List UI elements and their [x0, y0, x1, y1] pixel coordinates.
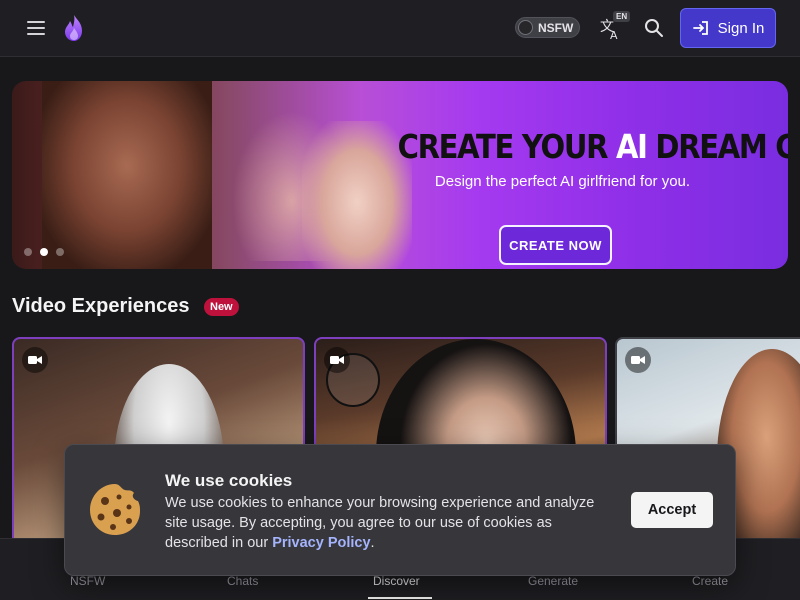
nsfw-toggle-label: NSFW: [538, 21, 574, 35]
carousel-dot[interactable]: [56, 248, 64, 256]
new-badge: New: [204, 298, 239, 316]
banner-title: CREATE YOUR AI DREAM GIRL: [397, 127, 788, 166]
sign-in-button[interactable]: Sign In: [680, 8, 776, 48]
create-now-button[interactable]: CREATE NOW: [499, 225, 612, 265]
video-camera-icon: [324, 347, 350, 373]
nsfw-toggle[interactable]: NSFW: [515, 17, 580, 38]
cookie-title: We use cookies: [165, 471, 293, 490]
carousel-dot-active[interactable]: [40, 248, 48, 256]
banner-model-image: [42, 81, 212, 269]
accept-cookies-button[interactable]: Accept: [631, 492, 713, 528]
search-icon[interactable]: [642, 16, 666, 40]
active-nav-indicator: [368, 597, 432, 599]
nav-item-nsfw[interactable]: NSFW: [70, 574, 105, 588]
sign-in-icon: [692, 21, 708, 35]
nav-item-discover[interactable]: Discover: [373, 574, 420, 588]
flame-logo-icon[interactable]: [62, 14, 86, 42]
sign-in-label: Sign In: [717, 19, 765, 37]
hero-banner[interactable]: CREATE YOUR AI DREAM GIRL Design the per…: [12, 81, 788, 269]
nav-item-chats[interactable]: Chats: [227, 574, 258, 588]
section-title: Video Experiences: [12, 295, 190, 317]
banner-title-part2: DREAM GIRL: [655, 127, 788, 166]
cookie-text-body: We use cookies to enhance your browsing …: [165, 495, 595, 551]
video-camera-icon: [625, 347, 651, 373]
top-header: NSFW 文 A EN Sign In: [0, 0, 800, 57]
svg-text:A: A: [610, 29, 618, 42]
banner-title-ai: AI: [615, 127, 648, 166]
banner-model-image-2: [302, 121, 412, 269]
toggle-knob: [518, 20, 533, 35]
video-camera-icon: [22, 347, 48, 373]
cookie-consent-dialog: We use cookies We use cookies to enhance…: [64, 444, 736, 576]
banner-title-part1: CREATE YOUR: [397, 127, 616, 166]
banner-subtitle: Design the perfect AI girlfriend for you…: [434, 173, 691, 190]
carousel-dots: [24, 248, 64, 256]
nav-item-create[interactable]: Create: [692, 574, 728, 588]
cookie-icon: [87, 481, 143, 537]
carousel-dot[interactable]: [24, 248, 32, 256]
privacy-policy-link[interactable]: Privacy Policy: [272, 535, 370, 551]
menu-icon[interactable]: [24, 16, 48, 40]
language-badge: EN: [613, 11, 631, 22]
cookie-text: We use cookies to enhance your browsing …: [165, 493, 615, 553]
nav-item-generate[interactable]: Generate: [528, 574, 578, 588]
cookie-text-end: .: [370, 535, 375, 551]
